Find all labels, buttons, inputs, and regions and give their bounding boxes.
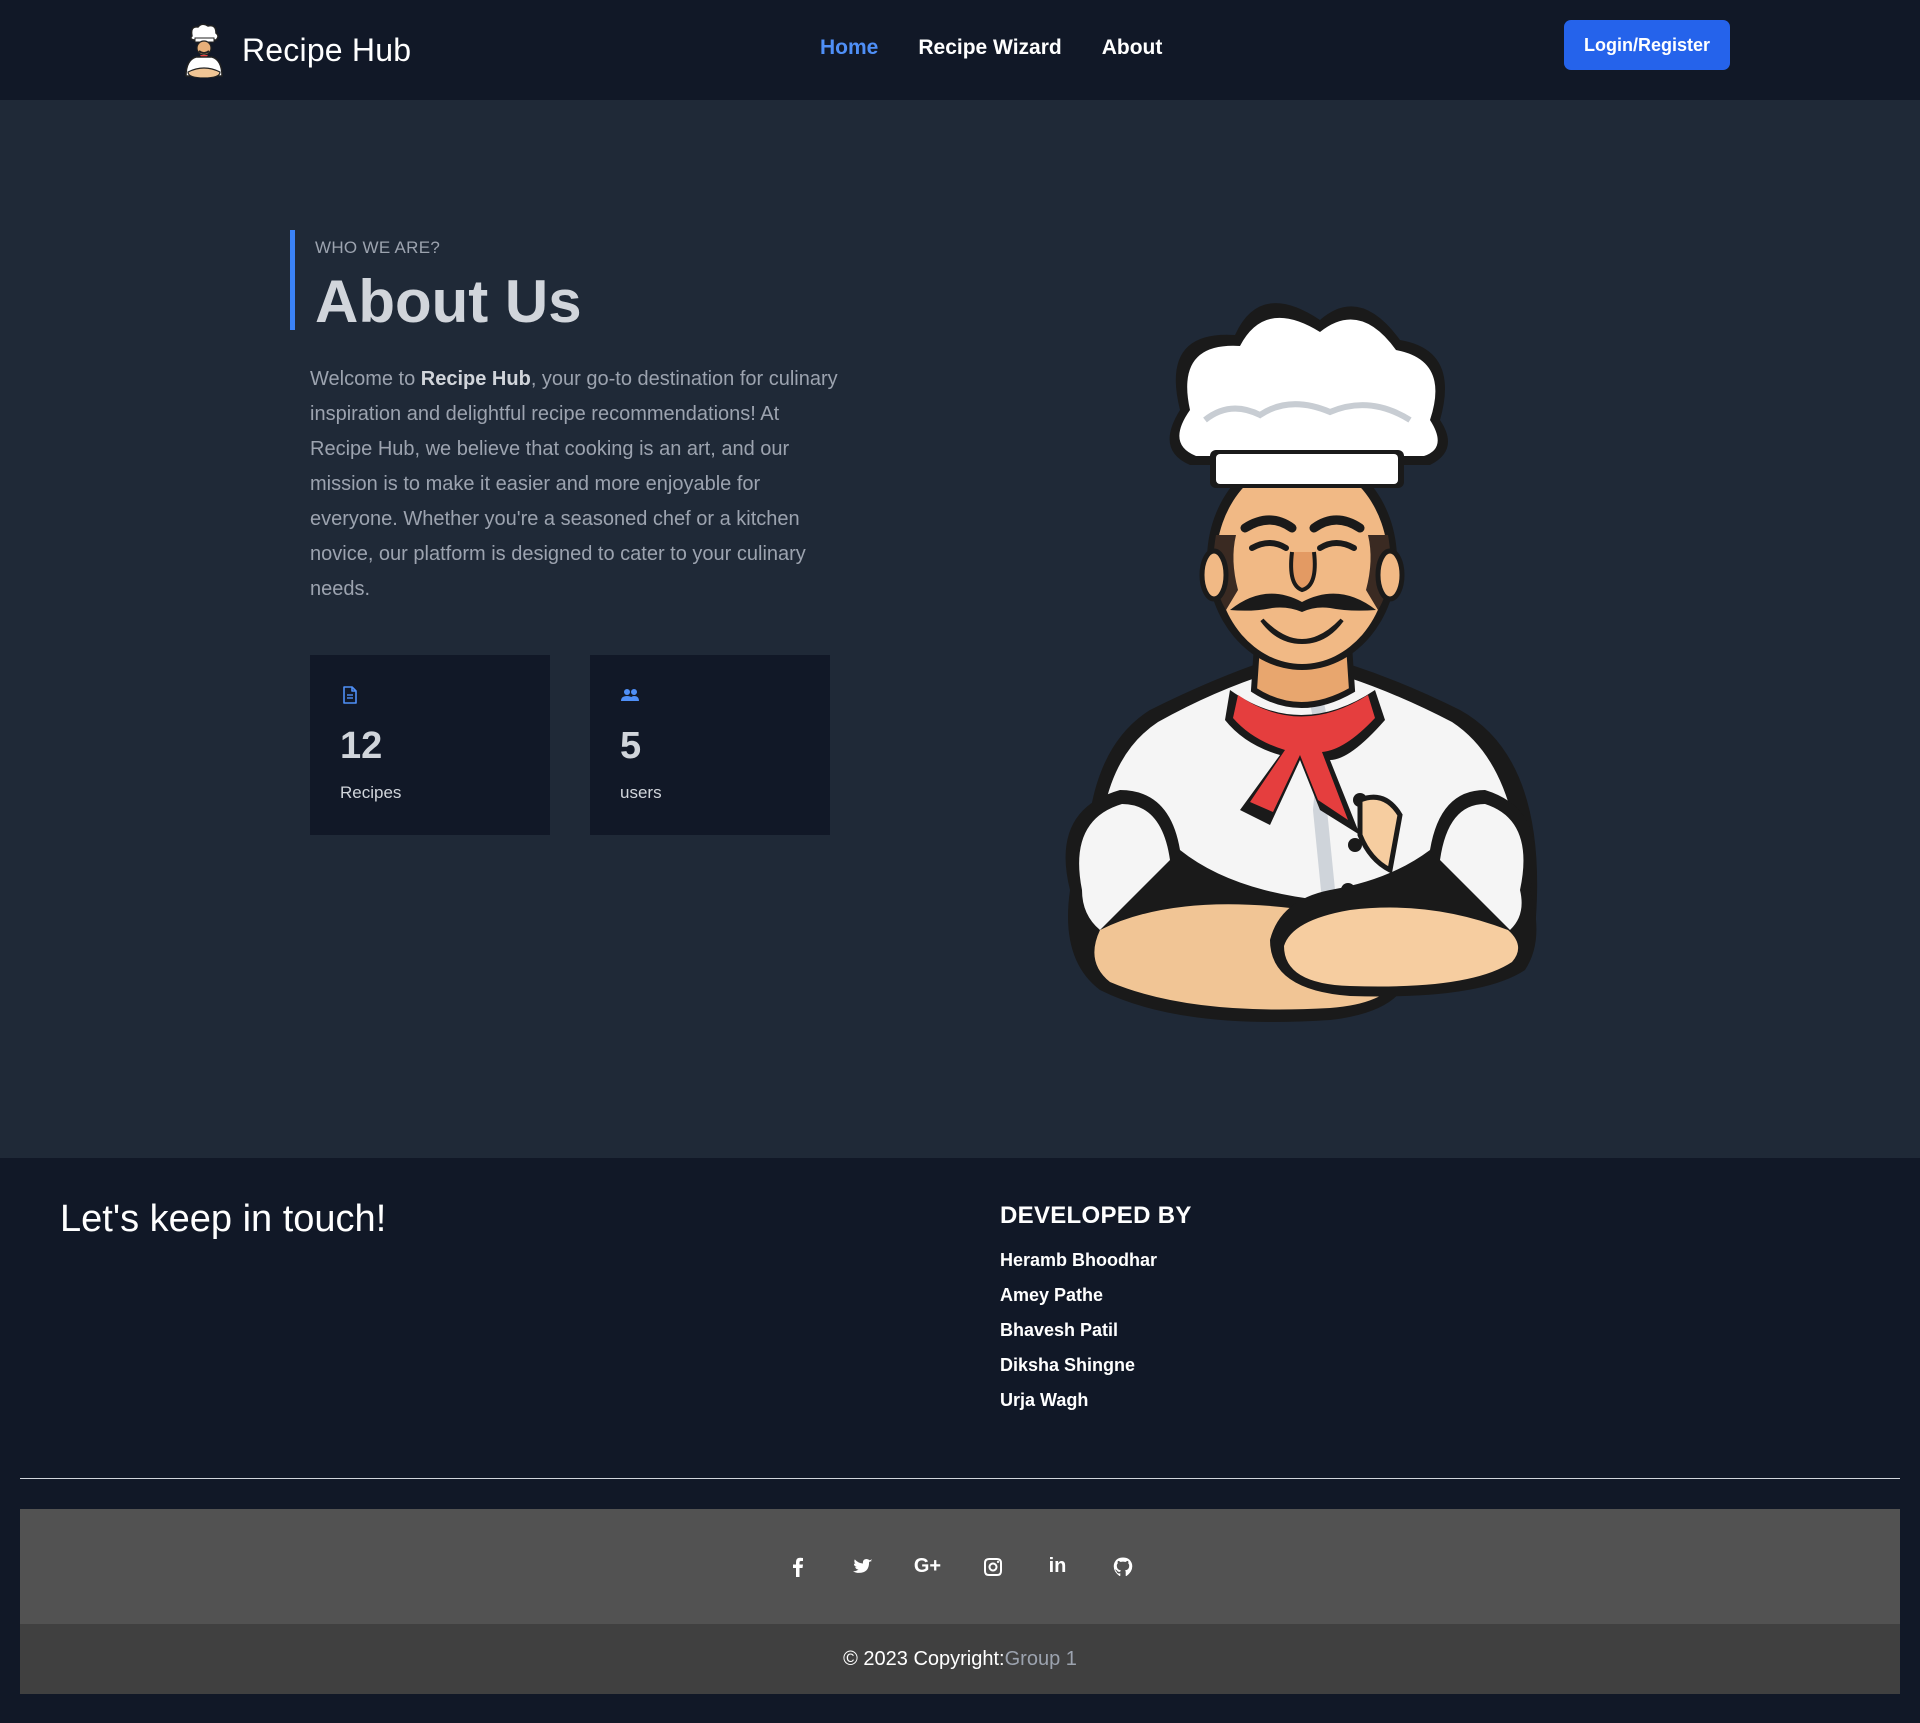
nav-about[interactable]: About <box>1102 36 1163 60</box>
stat-users-value: 5 <box>620 725 642 767</box>
about-heading-block: WHO WE ARE? About Us <box>290 230 582 335</box>
facebook-icon[interactable] <box>765 1547 830 1587</box>
top-navbar: Recipe Hub Home Recipe Wizard About Logi… <box>0 0 1920 100</box>
about-para-prefix: Welcome to <box>310 368 421 390</box>
brand-name: Recipe Hub <box>242 31 412 68</box>
chef-logo-icon <box>185 23 223 78</box>
social-links-bar: G+ in <box>20 1509 1900 1624</box>
about-title: About Us <box>315 268 582 335</box>
linkedin-icon[interactable]: in <box>1025 1547 1090 1587</box>
developer-list: Heramb Bhoodhar Amey Pathe Bhavesh Patil… <box>1000 1243 1157 1418</box>
keep-in-touch-heading: Let's keep in touch! <box>60 1198 387 1240</box>
document-icon <box>343 686 357 704</box>
copyright-group-link[interactable]: Group 1 <box>1005 1648 1077 1671</box>
github-icon[interactable] <box>1090 1547 1155 1587</box>
stat-users-label: users <box>620 783 662 802</box>
copyright-bar: © 2023 Copyright: Group 1 <box>20 1624 1900 1694</box>
nav-recipe-wizard[interactable]: Recipe Wizard <box>918 36 1061 60</box>
login-register-button[interactable]: Login/Register <box>1564 20 1730 70</box>
twitter-icon[interactable] <box>830 1547 895 1587</box>
stat-recipes-value: 12 <box>340 725 383 767</box>
main-nav: Home Recipe Wizard About <box>820 36 1162 60</box>
about-section: WHO WE ARE? About Us Welcome to Recipe H… <box>0 100 1920 1158</box>
about-para-rest: , your go-to destination for culinary in… <box>310 368 838 600</box>
instagram-icon[interactable] <box>960 1547 1025 1587</box>
stat-card-recipes: 12 Recipes <box>310 655 550 835</box>
copyright-text: © 2023 Copyright: <box>843 1647 1005 1670</box>
developer-name: Bhavesh Patil <box>1000 1320 1119 1340</box>
footer-divider <box>20 1478 1900 1479</box>
developed-by-heading: DEVELOPED BY <box>1000 1202 1192 1229</box>
about-description: Welcome to Recipe Hub, your go-to destin… <box>310 362 842 607</box>
about-para-brand: Recipe Hub <box>420 368 531 390</box>
chef-illustration <box>1065 303 1538 1022</box>
stat-card-users: 5 users <box>590 655 830 835</box>
nav-home[interactable]: Home <box>820 36 878 60</box>
stat-recipes-label: Recipes <box>340 783 402 802</box>
developer-name: Amey Pathe <box>1000 1285 1104 1305</box>
google-plus-icon[interactable]: G+ <box>895 1547 960 1587</box>
developer-name: Heramb Bhoodhar <box>1000 1250 1158 1270</box>
developer-name: Urja Wagh <box>1000 1390 1089 1410</box>
brand[interactable]: Recipe Hub <box>180 22 411 78</box>
users-icon <box>621 689 639 701</box>
developer-name: Diksha Shingne <box>1000 1355 1136 1375</box>
about-eyebrow: WHO WE ARE? <box>315 238 441 257</box>
